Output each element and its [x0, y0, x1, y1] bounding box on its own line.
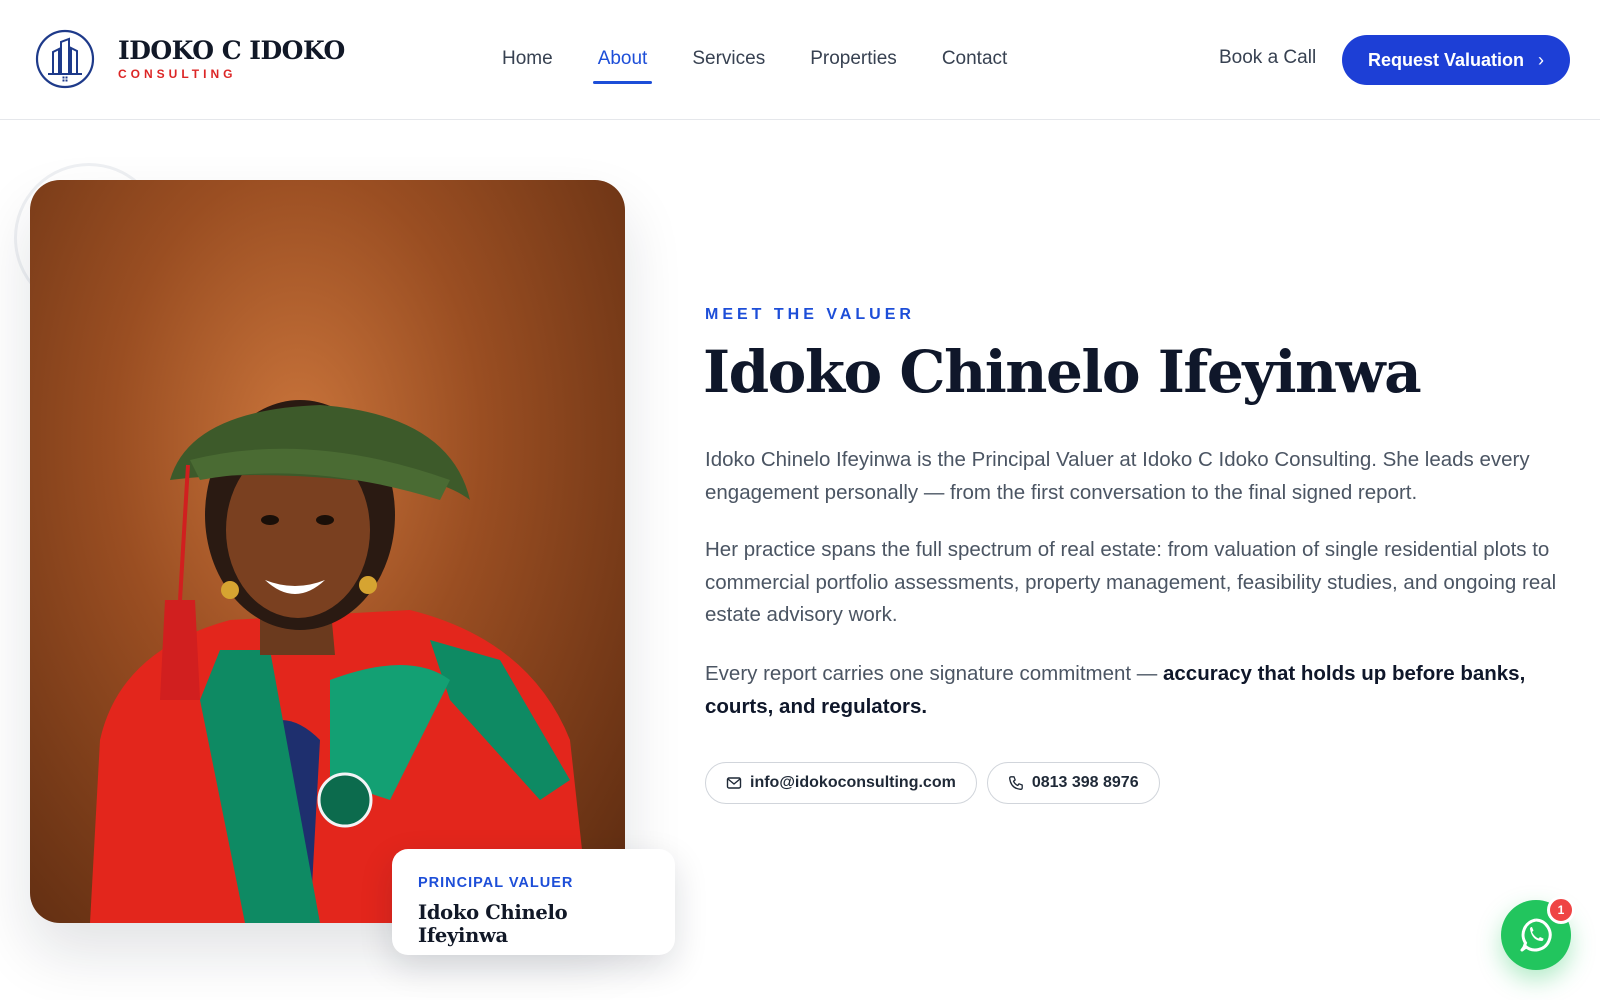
section-eyebrow: MEET THE VALUER [705, 306, 915, 323]
request-valuation-button[interactable]: Request Valuation › [1342, 35, 1570, 85]
nav-properties[interactable]: Properties [810, 44, 897, 84]
brand-name: IDOKO C IDOKO [118, 35, 345, 65]
site-header: IDOKO C IDOKO CONSULTING Home About Serv… [0, 0, 1600, 120]
profile-name: Idoko Chinelo Ifeyinwa [418, 901, 568, 947]
nav-home[interactable]: Home [502, 44, 553, 84]
brand-logo[interactable]: IDOKO C IDOKO CONSULTING [34, 28, 345, 90]
email-chip[interactable]: info@idokoconsulting.com [705, 762, 977, 804]
profile-role: PRINCIPAL VALUER [418, 875, 574, 891]
brand-wordmark: IDOKO C IDOKO CONSULTING [118, 38, 345, 81]
book-call-link[interactable]: Book a Call [1219, 47, 1316, 69]
email-address: info@idokoconsulting.com [750, 774, 956, 791]
mail-icon [726, 777, 742, 789]
building-logo-icon [35, 29, 95, 89]
commitment-paragraph: Every report carries one signature commi… [705, 658, 1575, 723]
nav-contact[interactable]: Contact [942, 44, 1007, 84]
whatsapp-icon [1520, 918, 1552, 952]
main-nav: Home About Services Properties Contact [502, 44, 1052, 84]
bio-paragraph-1: Idoko Chinelo Ifeyinwa is the Principal … [705, 448, 1530, 504]
commitment-lead: Every report carries one signature commi… [705, 662, 1163, 685]
profile-name-card: PRINCIPAL VALUER Idoko Chinelo Ifeyinwa [392, 849, 675, 955]
portrait-illustration [90, 400, 590, 923]
brand-tagline: CONSULTING [118, 66, 237, 81]
contact-chips: info@idokoconsulting.com 0813 398 8976 [705, 762, 1170, 804]
nav-services[interactable]: Services [692, 44, 765, 84]
phone-number: 0813 398 8976 [1031, 774, 1139, 791]
notification-badge: 1 [1547, 896, 1575, 924]
request-valuation-label: Request Valuation [1367, 49, 1525, 70]
page-title: Idoko Chinelo Ifeyinwa [703, 338, 1422, 406]
phone-icon [1008, 776, 1023, 790]
chevron-right-icon: › [1538, 49, 1545, 70]
bio-paragraph-2: Her practice spans the full spectrum of … [705, 538, 1557, 626]
phone-chip[interactable]: 0813 398 8976 [986, 762, 1160, 804]
valuer-portrait [30, 180, 625, 923]
nav-about[interactable]: About [592, 44, 652, 84]
